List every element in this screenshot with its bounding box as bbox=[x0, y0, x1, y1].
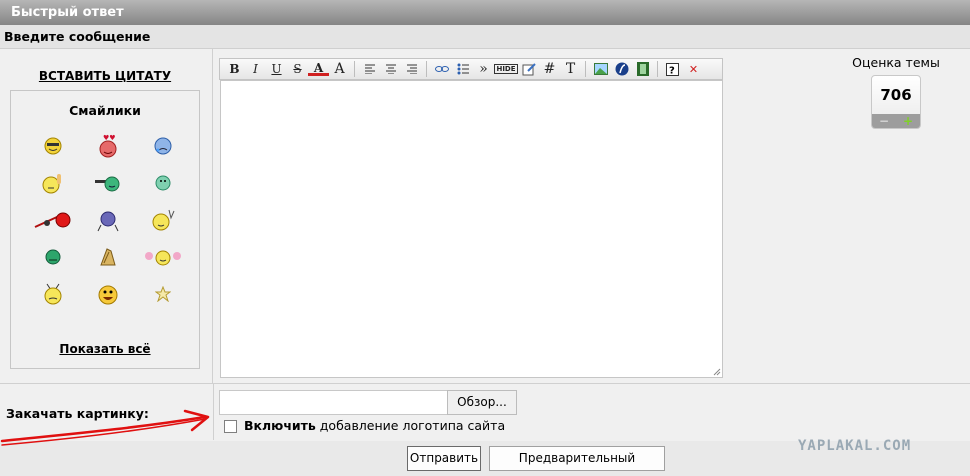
grin-smiley[interactable] bbox=[135, 164, 190, 201]
love-smiley[interactable]: ♥♥ bbox=[80, 127, 135, 164]
message-editor: B I U S A A » HIDE # T ? ✕ bbox=[219, 58, 723, 378]
laughing-smiley[interactable] bbox=[80, 275, 135, 312]
rating-label: Оценка темы bbox=[852, 55, 940, 70]
add-logo-label: Включить добавление логотипа сайта bbox=[244, 418, 505, 433]
svg-text:♥♥: ♥♥ bbox=[103, 134, 116, 142]
section-title-text: Введите сообщение bbox=[4, 29, 151, 44]
dancing-smiley[interactable] bbox=[80, 201, 135, 238]
list-icon[interactable] bbox=[452, 59, 473, 79]
show-all-smilies-link[interactable]: Показать всё bbox=[11, 342, 199, 356]
bold-button[interactable]: B bbox=[224, 59, 245, 79]
text-button[interactable]: T bbox=[560, 59, 581, 79]
rating-box: 706 − + bbox=[871, 75, 921, 129]
insert-quote-link[interactable]: ВСТАВИТЬ ЦИТАТУ bbox=[0, 69, 210, 83]
browse-button[interactable]: Обзор... bbox=[447, 390, 517, 415]
font-size-button[interactable]: A bbox=[329, 59, 350, 79]
window-title: Быстрый ответ bbox=[11, 5, 124, 20]
edit-icon[interactable] bbox=[518, 59, 539, 79]
preview-button[interactable]: Предварительный просмотр bbox=[489, 446, 665, 476]
toolbar-separator bbox=[354, 61, 355, 77]
send-button[interactable]: Отправить bbox=[407, 446, 481, 471]
crying-smiley[interactable] bbox=[135, 127, 190, 164]
italic-button[interactable]: I bbox=[245, 59, 266, 79]
add-logo-label-text: добавление логотипа сайта bbox=[315, 418, 506, 433]
alien-smiley[interactable] bbox=[25, 275, 80, 312]
add-logo-label-bold: Включить bbox=[244, 418, 316, 433]
rating-minus-button[interactable]: − bbox=[879, 115, 889, 127]
svg-text:?: ? bbox=[669, 65, 675, 76]
hide-label: HIDE bbox=[494, 64, 518, 74]
fighting-smiley[interactable] bbox=[25, 201, 80, 238]
toolbar-separator bbox=[426, 61, 427, 77]
section-title: Введите сообщение bbox=[0, 25, 970, 49]
underline-button[interactable]: U bbox=[266, 59, 287, 79]
rating-value: 706 bbox=[880, 86, 912, 104]
strikethrough-button[interactable]: S bbox=[287, 59, 308, 79]
smilies-grid: ♥♥ bbox=[25, 127, 190, 312]
window-title-bar: Быстрый ответ bbox=[0, 0, 970, 25]
clapping-hands[interactable] bbox=[80, 238, 135, 275]
file-path-input[interactable] bbox=[219, 390, 449, 415]
message-textarea[interactable] bbox=[220, 80, 723, 378]
add-logo-checkbox[interactable] bbox=[224, 420, 237, 433]
rating-plus-button[interactable]: + bbox=[903, 115, 913, 127]
smilies-panel: Смайлики ♥♥ Показать всё bbox=[10, 90, 200, 369]
toolbar-separator bbox=[657, 61, 658, 77]
victory-smiley[interactable] bbox=[135, 201, 190, 238]
help-icon[interactable]: ? bbox=[662, 59, 683, 79]
cool-smiley[interactable] bbox=[25, 127, 80, 164]
watermark-logo: YAPLAKAL.COM bbox=[798, 438, 912, 454]
flash-icon[interactable] bbox=[611, 59, 632, 79]
quote-icon[interactable]: » bbox=[473, 59, 494, 79]
left-column: ВСТАВИТЬ ЦИТАТУ Смайлики ♥♥ Показать всё bbox=[0, 49, 213, 383]
star[interactable] bbox=[135, 275, 190, 312]
divider bbox=[0, 383, 970, 384]
toolbar-separator bbox=[585, 61, 586, 77]
font-color-button[interactable]: A bbox=[308, 61, 329, 76]
close-icon[interactable]: ✕ bbox=[683, 59, 704, 79]
align-left-icon[interactable] bbox=[359, 59, 380, 79]
cheerleader-smiley[interactable] bbox=[135, 238, 190, 275]
image-icon[interactable] bbox=[590, 59, 611, 79]
smilies-title: Смайлики bbox=[69, 103, 141, 118]
red-arrow-annotation bbox=[0, 409, 210, 446]
rating-controls: − + bbox=[872, 114, 920, 128]
resize-grip-icon[interactable] bbox=[713, 368, 721, 376]
editor-toolbar: B I U S A A » HIDE # T ? ✕ bbox=[219, 58, 723, 80]
video-icon[interactable] bbox=[632, 59, 653, 79]
align-right-icon[interactable] bbox=[401, 59, 422, 79]
link-icon[interactable] bbox=[431, 59, 452, 79]
sad-smiley[interactable] bbox=[25, 238, 80, 275]
topic-rating: Оценка темы 706 − + bbox=[846, 55, 946, 129]
align-center-icon[interactable] bbox=[380, 59, 401, 79]
gun-smiley[interactable] bbox=[80, 164, 135, 201]
hide-icon[interactable]: HIDE bbox=[494, 59, 518, 79]
code-hash-button[interactable]: # bbox=[539, 59, 560, 79]
thinking-smiley[interactable] bbox=[25, 164, 80, 201]
